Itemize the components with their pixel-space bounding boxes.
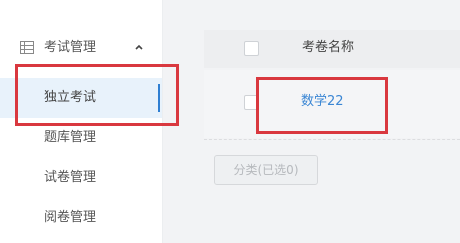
page: 考试管理 独立考试 题库管理 试卷管理 阅卷管理 考卷名称 数学22 分类(已选… [0,0,460,243]
highlight-box-nav [15,64,179,126]
sidebar-group-exam-management[interactable]: 考试管理 [0,28,162,68]
sidebar-group-label: 考试管理 [44,40,97,55]
sidebar-item-label: 试卷管理 [44,170,97,185]
select-all-checkbox[interactable] [244,41,259,56]
sidebar-item-label: 阅卷管理 [44,210,97,225]
chevron-up-icon [135,44,143,50]
sidebar-item-grading-management[interactable]: 阅卷管理 [0,198,162,238]
column-header-paper-name: 考卷名称 [302,40,355,55]
category-button[interactable]: 分类(已选0) [214,155,318,185]
sidebar-item-paper-management[interactable]: 试卷管理 [0,158,162,198]
row-divider [204,139,460,140]
highlight-box-row [256,77,388,134]
sidebar-item-label: 题库管理 [44,130,97,145]
grid-icon [20,41,34,54]
